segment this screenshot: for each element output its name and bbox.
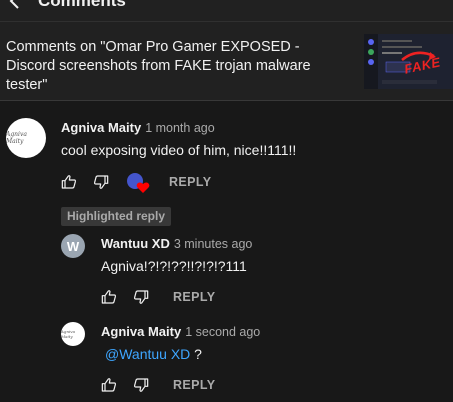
page-title: Comments [38, 0, 126, 10]
video-thumbnail[interactable]: FAKE [364, 34, 453, 89]
avatar[interactable]: Agniva Maity [61, 322, 85, 346]
thumbs-up-icon[interactable] [61, 174, 77, 190]
avatar[interactable]: Agniva Maity [6, 118, 46, 158]
creator-heart-icon [127, 173, 150, 193]
video-title: Comments on "Omar Pro Gamer EXPOSED - Di… [6, 39, 311, 93]
reply-author[interactable]: Agniva Maity 1 second ago [101, 324, 260, 339]
reply-text: Agniva!?!?!??!!?!?!?111 [101, 258, 247, 274]
comment-text: cool exposing video of him, nice!!111!! [61, 142, 297, 158]
thumbs-down-icon[interactable] [133, 377, 149, 393]
thumbs-up-icon[interactable] [101, 289, 117, 305]
reply-button[interactable]: REPLY [169, 175, 212, 189]
reply-time[interactable]: 1 second ago [185, 325, 260, 339]
mention-link[interactable]: @Wantuu XD [105, 346, 190, 362]
reply-author-name[interactable]: Wantuu XD [101, 236, 170, 251]
top-bar: Comments [0, 0, 453, 22]
highlighted-reply-badge: Highlighted reply [61, 207, 172, 226]
avatar[interactable]: W [61, 234, 85, 258]
reply-text-suffix: ? [190, 346, 202, 362]
avatar-label: Agniva Maity [61, 329, 75, 339]
reply-author-name[interactable]: Agniva Maity [101, 324, 181, 339]
comment-time[interactable]: 1 month ago [145, 121, 215, 135]
comment-author-name[interactable]: Agniva Maity [61, 120, 141, 135]
avatar-label: Agniva Maity [6, 131, 27, 145]
comment-author[interactable]: Agniva Maity 1 month ago [61, 120, 215, 135]
avatar-initial: W [66, 238, 80, 254]
reply-text: @Wantuu XD ? [105, 346, 202, 362]
reply-button[interactable]: REPLY [173, 378, 216, 392]
video-header: Comments on "Omar Pro Gamer EXPOSED - Di… [0, 22, 453, 101]
thumbs-down-icon[interactable] [93, 174, 109, 190]
thumbs-down-icon[interactable] [133, 289, 149, 305]
reply-author[interactable]: Wantuu XD 3 minutes ago [101, 236, 252, 251]
thumbs-up-icon[interactable] [101, 377, 117, 393]
reply-button[interactable]: REPLY [173, 290, 216, 304]
reply-time[interactable]: 3 minutes ago [174, 237, 253, 251]
back-arrow-icon[interactable] [8, 0, 22, 10]
